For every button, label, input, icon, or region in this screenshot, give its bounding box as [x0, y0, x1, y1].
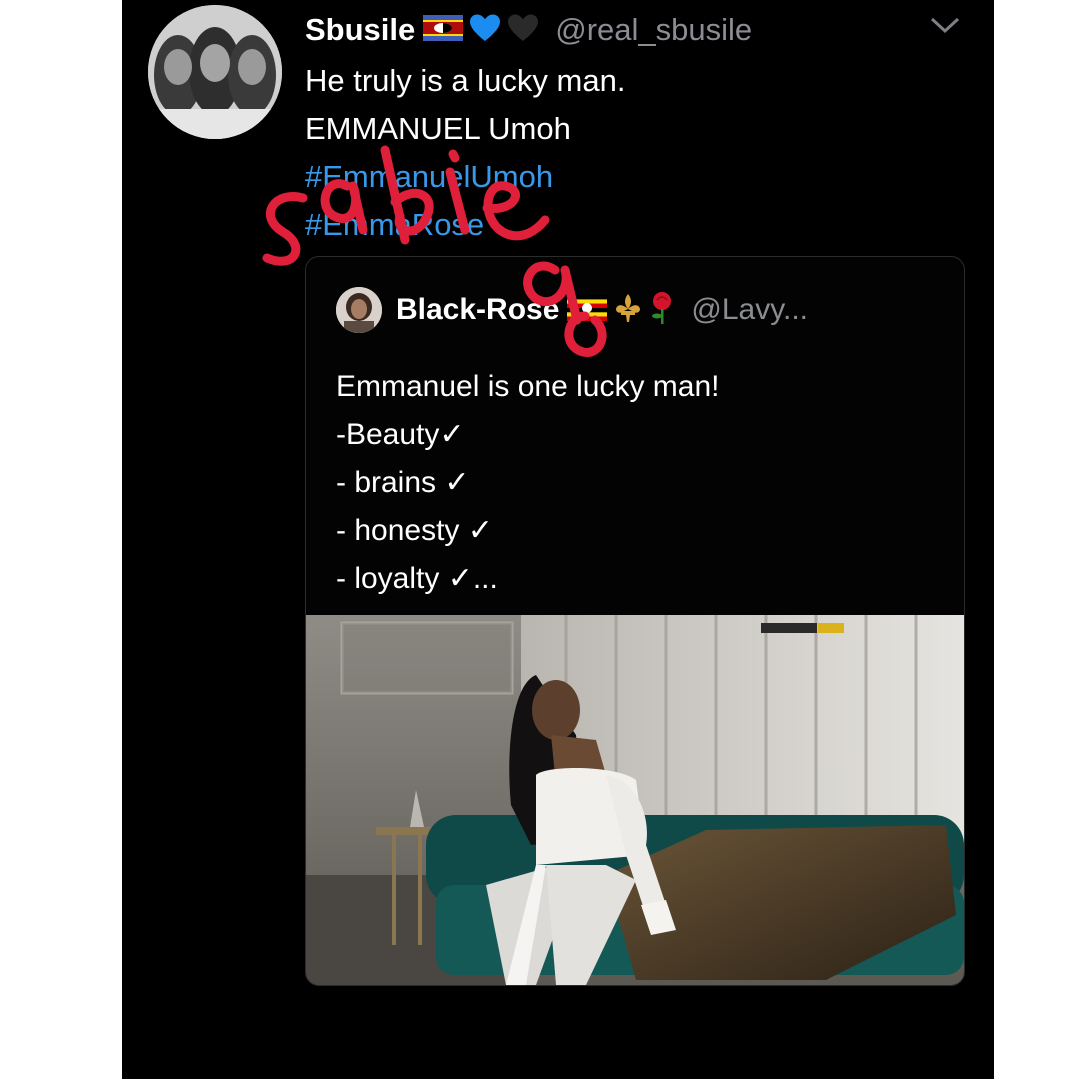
tweet-line: He truly is a lucky man.	[305, 63, 626, 98]
display-name[interactable]: Sbusile	[305, 12, 415, 48]
tweet-line: EMMANUEL Umoh	[305, 111, 571, 146]
quoted-photo[interactable]	[306, 615, 964, 985]
fleur-de-lis-icon	[613, 292, 643, 329]
quoted-tweet-text: Emmanuel is one lucky man! -Beauty✓ - br…	[336, 363, 720, 603]
quoted-avatar	[336, 287, 382, 333]
eswatini-flag-icon	[423, 14, 464, 46]
blue-heart-icon	[469, 13, 501, 48]
black-heart-icon	[507, 13, 539, 48]
quoted-line: - honesty ✓	[336, 514, 493, 547]
quoted-display-name[interactable]: Black-Rose	[396, 293, 559, 327]
quoted-user-handle[interactable]: @Lavy...	[691, 293, 808, 327]
rose-icon	[649, 291, 675, 330]
quoted-line: - brains ✓	[336, 466, 470, 499]
quoted-tweet[interactable]: Black-Rose @Lavy... Emmanuel is one luck…	[305, 256, 965, 986]
avatar[interactable]	[148, 5, 282, 139]
quoted-line: -Beauty✓	[336, 418, 465, 451]
quoted-tweet-header: Black-Rose @Lavy...	[336, 287, 808, 333]
chevron-down-icon[interactable]	[928, 14, 962, 36]
tweet-text: He truly is a lucky man. EMMANUEL Umoh #…	[305, 57, 925, 249]
hashtag-link[interactable]: #EmmaRose	[305, 201, 925, 249]
uganda-flag-icon	[567, 294, 608, 326]
quoted-line: Emmanuel is one lucky man!	[336, 370, 720, 403]
tweet-header: Sbusile @real_sbusile	[305, 8, 752, 52]
quoted-line: - loyalty ✓...	[336, 562, 498, 595]
user-handle[interactable]: @real_sbusile	[555, 12, 752, 48]
hashtag-link[interactable]: #EmmanuelUmoh	[305, 153, 925, 201]
